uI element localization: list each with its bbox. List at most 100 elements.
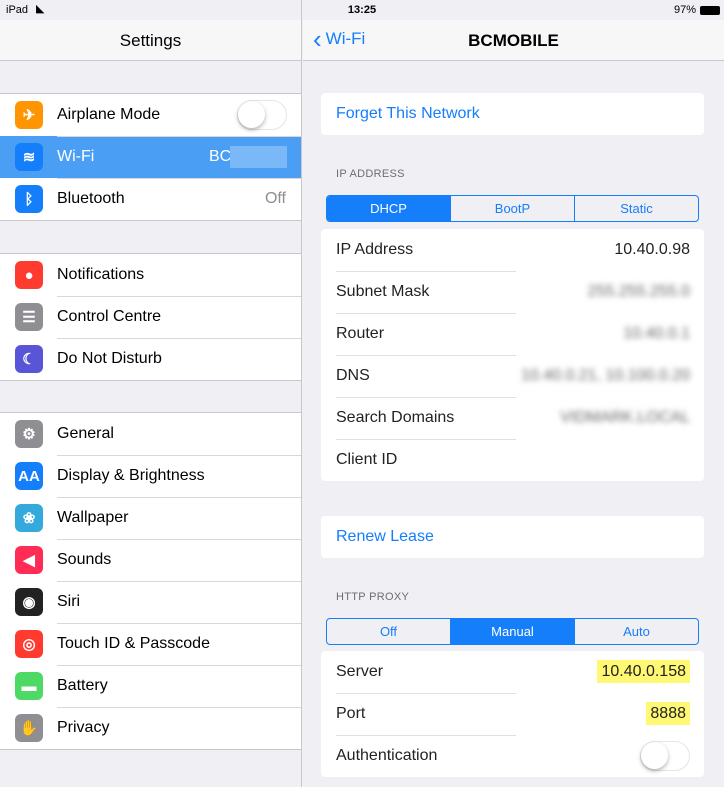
sidebar-item-siri[interactable]: ◉ Siri [0, 581, 301, 623]
settings-sidebar: Settings ✈ Airplane Mode ≋ Wi-Fi BC ᛒ Bluetoot… [0, 0, 302, 787]
row-label: Search Domains [336, 409, 455, 426]
segment-off[interactable]: Off [327, 619, 450, 644]
sidebar-item-label: General [57, 425, 114, 442]
forget-network-button[interactable]: Forget This Network [321, 93, 704, 135]
sidebar-item-display-brightness[interactable]: AA Display & Brightness [0, 455, 301, 497]
settings-group: ✈ Airplane Mode ≋ Wi-Fi BC ᛒ Bluetooth Off [0, 93, 301, 221]
ip-mode-segmented-control: DHCP BootP Static [326, 195, 699, 222]
sidebar-item-privacy[interactable]: ✋ Privacy [0, 707, 301, 749]
row-value: 10.40.0.98 [614, 241, 690, 258]
renew-label: Renew Lease [336, 528, 434, 545]
sidebar-item-do-not-disturb[interactable]: ☾ Do Not Disturb [0, 338, 301, 380]
detail-row-dns: DNS 10.40.0.21, 10.100.0.20 [321, 355, 704, 397]
battery-percent: 97% [673, 4, 696, 16]
status-bar: iPad ◣ 13:25 97% [0, 0, 724, 20]
row-value: VIDMARK.LOCAL [560, 409, 690, 426]
gear-icon: ⚙ [15, 420, 43, 448]
wallpaper-icon: ❀ [15, 504, 43, 532]
segment-dhcp[interactable]: DHCP [327, 196, 450, 221]
sidebar-item-label: Wallpaper [57, 509, 129, 526]
sidebar-item-sounds[interactable]: ◀ Sounds [0, 539, 301, 581]
segment-static[interactable]: Static [574, 196, 698, 221]
sidebar-item-label: Touch ID & Passcode [57, 635, 210, 652]
detail-row-authentication: Authentication [321, 735, 704, 777]
sidebar-item-touch-id-passcode[interactable]: ◎ Touch ID & Passcode [0, 623, 301, 665]
sidebar-title: Settings [119, 31, 182, 50]
ip-details-card: IP Address 10.40.0.98 Subnet Mask 255.255.2… [321, 229, 704, 481]
sidebar-item-wi-fi[interactable]: ≋ Wi-Fi BC [0, 136, 301, 178]
detail-row-search-domains: Search Domains VIDMARK.LOCAL [321, 397, 704, 439]
row-value: 255.255.255.0 [587, 283, 690, 300]
time: 13:25 [347, 4, 377, 16]
row-label: Subnet Mask [336, 283, 430, 300]
proxy-details-card: Server 10.40.0.158 Port 8888 Authentication [321, 651, 704, 777]
sidebar-item-label: Wi-Fi [57, 148, 95, 165]
row-label: Server [336, 663, 384, 680]
detail-row-server: Server 10.40.0.158 [321, 651, 704, 693]
siri-icon: ◉ [15, 588, 43, 616]
proxy-mode-segmented-control: Off Manual Auto [326, 618, 699, 645]
row-value: 10.40.0.1 [623, 325, 690, 342]
ip-address-header: IP ADDRESS [336, 168, 405, 180]
detail-nav-bar: ‹ Wi-Fi BCMOBILE [303, 20, 724, 61]
detail-row-router: Router 10.40.0.1 [321, 313, 704, 355]
segment-auto[interactable]: Auto [574, 619, 698, 644]
sidebar-item-label: Do Not Disturb [57, 350, 162, 367]
row-value[interactable]: 10.40.0.158 [597, 660, 690, 683]
sidebar-item-label: Notifications [57, 266, 145, 283]
row-label: Authentication [336, 747, 438, 764]
notifications-icon: ● [15, 261, 43, 289]
row-label: Client ID [336, 451, 398, 468]
sidebar-nav-bar: Settings [0, 20, 301, 61]
sidebar-item-label: Privacy [57, 719, 110, 736]
authentication-toggle[interactable] [640, 741, 690, 771]
row-label: DNS [336, 367, 370, 384]
detail-row-subnet-mask: Subnet Mask 255.255.255.0 [321, 271, 704, 313]
forget-label: Forget This Network [336, 105, 480, 122]
sidebar-item-battery[interactable]: ▬ Battery [0, 665, 301, 707]
detail-row-ip-address: IP Address 10.40.0.98 [321, 229, 704, 271]
sidebar-item-label: Battery [57, 677, 108, 694]
battery-icon [700, 6, 720, 15]
airplane-mode-toggle[interactable] [237, 100, 287, 130]
row-label: Port [336, 705, 366, 722]
moon-icon: ☾ [15, 345, 43, 373]
sidebar-item-value: BC [209, 148, 232, 165]
sidebar-item-label: Siri [57, 593, 81, 610]
settings-group: ● Notifications ☰ Control Centre ☾ Do Not Dis… [0, 253, 301, 381]
sidebar-item-general[interactable]: ⚙ General [0, 413, 301, 455]
detail-row-client-id: Client ID [321, 439, 704, 481]
sidebar-item-label: Bluetooth [57, 190, 125, 207]
airplane-icon: ✈ [15, 101, 43, 129]
display-icon: AA [15, 462, 43, 490]
sidebar-item-control-centre[interactable]: ☰ Control Centre [0, 296, 301, 338]
detail-title: BCMOBILE [468, 31, 559, 50]
sidebar-item-label: Airplane Mode [57, 106, 161, 123]
sidebar-item-label: Sounds [57, 551, 112, 568]
renew-lease-button[interactable]: Renew Lease [321, 516, 704, 558]
bluetooth-icon: ᛒ [15, 185, 43, 213]
hand-icon: ✋ [15, 714, 43, 742]
redacted-block [230, 146, 287, 168]
http-proxy-header: HTTP PROXY [336, 591, 410, 603]
sidebar-item-airplane-mode[interactable]: ✈ Airplane Mode [0, 94, 301, 136]
row-value[interactable]: 8888 [646, 702, 690, 725]
sidebar-item-bluetooth[interactable]: ᛒ Bluetooth Off [0, 178, 301, 220]
row-label: IP Address [336, 241, 414, 258]
row-value: 10.40.0.21, 10.100.0.20 [520, 367, 690, 384]
settings-group: ⚙ General AA Display & Brightness ❀ Wallpaper… [0, 412, 301, 750]
row-label: Router [336, 325, 385, 342]
sidebar-item-notifications[interactable]: ● Notifications [0, 254, 301, 296]
sidebar-item-label: Display & Brightness [57, 467, 205, 484]
wifi-detail-pane: ‹ Wi-Fi BCMOBILE Forget This Network IP … [303, 0, 724, 787]
battery-icon: ▬ [15, 672, 43, 700]
sidebar-item-wallpaper[interactable]: ❀ Wallpaper [0, 497, 301, 539]
sidebar-item-label: Control Centre [57, 308, 162, 325]
segment-manual[interactable]: Manual [450, 619, 574, 644]
speaker-icon: ◀ [15, 546, 43, 574]
sidebar-item-value: Off [264, 190, 286, 207]
fingerprint-icon: ◎ [15, 630, 43, 658]
segment-bootp[interactable]: BootP [450, 196, 574, 221]
wifi-icon: ≋ [15, 143, 43, 171]
detail-row-port: Port 8888 [321, 693, 704, 735]
